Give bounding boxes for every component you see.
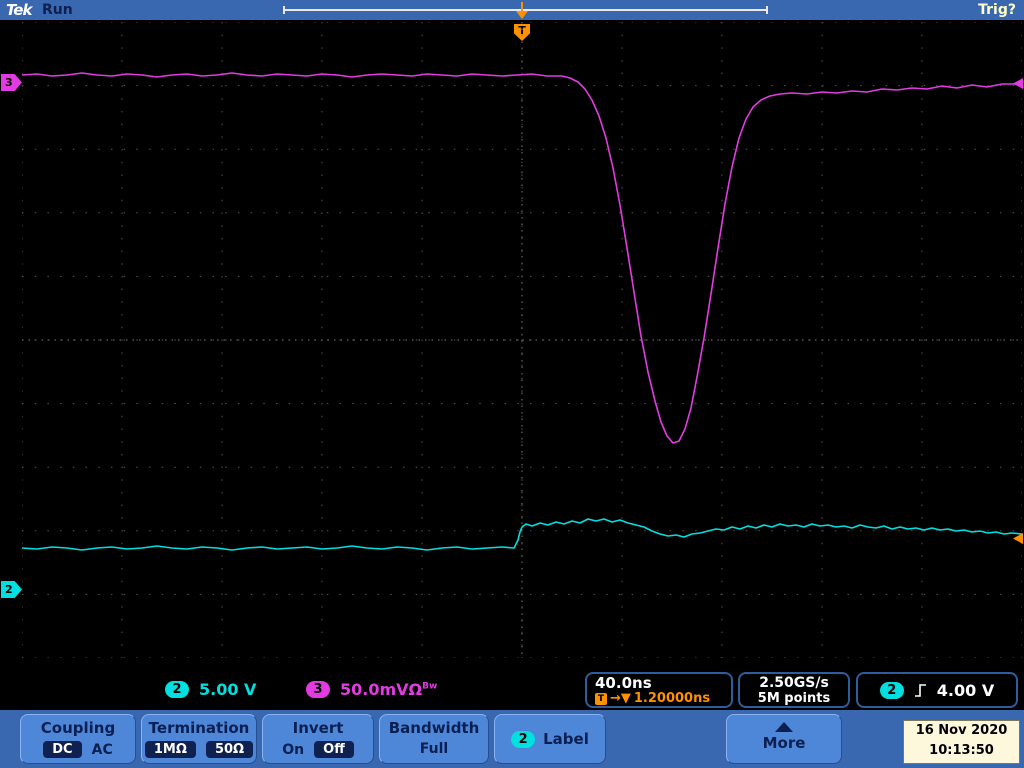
ch3-bandwidth-limit: Bw (422, 681, 438, 692)
graticule: 3 2 (1, 22, 1023, 658)
ch3-ground-marker[interactable]: 3 (1, 74, 22, 91)
termination-option-1mohm[interactable]: 1MΩ (144, 741, 196, 758)
trigger-source-badge: 2 (879, 681, 904, 699)
bandwidth-value: Full (419, 741, 449, 757)
more-title: More (762, 734, 806, 752)
label-channel-badge: 2 (511, 730, 536, 748)
invert-option-off[interactable]: Off (314, 741, 354, 758)
readout-strip: 2 5.00 V 3 50.0mVΩBw 40.0ns T →▼ 1.20000… (0, 670, 1024, 710)
ch2-readout: 2 5.00 V (165, 680, 256, 699)
date-value: 16 Nov 2020 (915, 723, 1008, 738)
trace-ch3 (22, 72, 1022, 444)
ch2-ground-marker[interactable]: 2 (1, 581, 22, 598)
invert-button[interactable]: Invert On Off (262, 714, 374, 764)
bandwidth-title: Bandwidth (388, 719, 480, 737)
oscilloscope-screen: { "colors": { "tekblue": "#3a68b0", "btn… (0, 0, 1024, 768)
delay-arrows-icon: →▼ (610, 691, 631, 706)
ch3-scale: 50.0mVΩBw (340, 680, 438, 699)
trigger-icon: T (595, 692, 607, 705)
rising-edge-icon (914, 684, 926, 697)
record-length: 5M points (757, 691, 831, 706)
ch2-badge: 2 (165, 681, 189, 698)
termination-button[interactable]: Termination 1MΩ 50Ω (141, 714, 257, 764)
ch3-badge: 3 (306, 681, 330, 698)
trigger-delay-value: 1.20000ns (633, 691, 711, 706)
top-status-bar: Tek Run Trig? (0, 0, 1024, 20)
coupling-title: Coupling (40, 719, 116, 737)
more-up-arrow-icon (775, 722, 793, 732)
time-value: 10:13:50 (929, 743, 994, 758)
trace-ch2 (22, 518, 1022, 551)
acquisition-status: Run (42, 2, 73, 18)
tek-logo: Tek (6, 1, 32, 19)
timebase-value: 40.0ns (595, 674, 652, 692)
ch2-scale: 5.00 V (199, 680, 257, 699)
waveform-traces (22, 72, 1022, 551)
coupling-option-dc[interactable]: DC (43, 741, 82, 758)
more-button[interactable]: More (726, 714, 842, 764)
sample-rate: 2.50GS/s (759, 675, 829, 691)
ch3-readout: 3 50.0mVΩBw (306, 680, 437, 699)
soft-menu-bar: Coupling DC AC Termination 1MΩ 50Ω Inver… (0, 710, 1024, 768)
trigger-level-value: 4.00 V (936, 680, 995, 700)
invert-option-on[interactable]: On (282, 742, 304, 758)
datetime-display: 16 Nov 2020 10:13:50 (903, 720, 1020, 764)
display-area: T 3 2 (0, 20, 1024, 670)
acquisition-readout: 2.50GS/s 5M points (738, 672, 850, 708)
coupling-button[interactable]: Coupling DC AC (20, 714, 136, 764)
invert-title: Invert (292, 719, 344, 737)
trigger-readout: 2 4.00 V (856, 672, 1018, 708)
trigger-delay-readout: T →▼ 1.20000ns (595, 691, 723, 706)
coupling-option-ac[interactable]: AC (92, 742, 113, 758)
termination-title: Termination (148, 719, 250, 737)
trigger-status: Trig? (978, 2, 1016, 18)
timebase-readout: 40.0ns T →▼ 1.20000ns (585, 672, 733, 708)
label-button[interactable]: 2 Label (494, 714, 606, 764)
trigger-position-arrow-icon[interactable] (515, 2, 529, 19)
label-title: Label (543, 730, 589, 748)
termination-option-50ohm[interactable]: 50Ω (205, 741, 254, 758)
bandwidth-button[interactable]: Bandwidth Full (379, 714, 489, 764)
